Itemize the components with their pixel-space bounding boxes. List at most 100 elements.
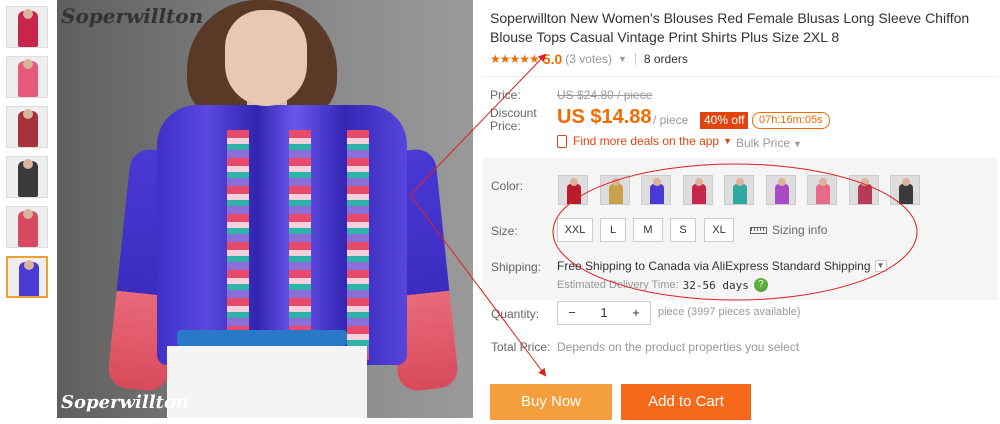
chevron-down-icon[interactable]: ▼ (618, 54, 627, 64)
shipping-label: Shipping: (491, 260, 542, 274)
size-option-l[interactable]: L (600, 218, 626, 242)
ruler-icon (750, 226, 767, 234)
image-blouse (157, 105, 407, 365)
discount-price-label: Discount Price: (490, 106, 537, 133)
color-swatch[interactable] (848, 175, 879, 205)
thumbnail-head (23, 159, 33, 169)
color-swatch[interactable] (641, 175, 671, 205)
increment-button[interactable]: + (622, 302, 650, 324)
thumbnail-head (23, 109, 33, 119)
quantity-availability: piece (3997 pieces available) (658, 306, 801, 318)
caret-down-icon: ▼ (793, 139, 802, 149)
swatch-head (777, 178, 786, 186)
quantity-input[interactable]: 1 (586, 302, 622, 324)
phone-icon (557, 134, 567, 148)
quantity-label: Quantity: (491, 307, 540, 321)
swatch-head (611, 178, 620, 186)
color-swatch[interactable] (807, 175, 837, 205)
size-option-xl[interactable]: XL (704, 218, 734, 242)
buy-now-button[interactable]: Buy Now (490, 384, 612, 420)
chevron-down-icon: ▼ (874, 260, 887, 272)
rating-score: 5.0 (542, 51, 563, 67)
help-icon[interactable]: ? (753, 278, 768, 292)
delivery-label: Estimated Delivery Time: (557, 279, 679, 291)
size-option-xxl[interactable]: XXL (557, 218, 593, 242)
swatch-head (902, 178, 910, 186)
bulk-price-label: Bulk Price (736, 136, 791, 150)
swatch-head (653, 178, 661, 186)
thumbnail-4[interactable] (6, 156, 48, 198)
sizing-info-link[interactable]: Sizing info (750, 223, 827, 237)
app-deals-label: Find more deals on the app (573, 134, 720, 148)
brand-watermark: Soperwillton (61, 4, 204, 28)
thumbnail-head (23, 209, 33, 219)
main-product-image[interactable]: Soperwillton Soperwillton (57, 0, 473, 418)
swatch-head (860, 178, 869, 186)
image-print-stripe (347, 130, 369, 360)
thumbnail-strip (6, 6, 50, 306)
color-swatch[interactable] (599, 175, 630, 205)
bulk-price-dropdown[interactable]: Bulk Price ▼ (736, 136, 802, 150)
size-option-m[interactable]: M (633, 218, 663, 242)
swatch-figure (608, 184, 623, 204)
color-label: Color: (491, 179, 524, 193)
swatch-figure (774, 184, 789, 204)
app-deals-link[interactable]: Find more deals on the app ▼ (557, 134, 732, 148)
color-swatch[interactable] (558, 175, 588, 205)
swatch-figure (857, 184, 872, 204)
brand-watermark-bottom: Soperwillton (61, 392, 189, 413)
thumbnail-head (24, 260, 34, 270)
divider (634, 53, 636, 65)
total-price-label: Total Price: (491, 340, 551, 354)
color-swatch[interactable] (682, 175, 713, 205)
vote-count-link[interactable]: (3 votes) (565, 52, 612, 66)
thumbnail-2[interactable] (6, 56, 48, 98)
size-label: Size: (491, 224, 518, 238)
per-piece-unit: / piece (653, 113, 689, 127)
color-swatch[interactable] (765, 175, 796, 205)
image-belt (177, 330, 347, 346)
size-option-s[interactable]: S (670, 218, 696, 242)
order-count: 8 orders (643, 52, 688, 66)
add-to-cart-button[interactable]: Add to Cart (621, 384, 751, 420)
caret-down-icon: ▼ (723, 136, 733, 146)
product-title: Soperwillton New Women's Blouses Red Fem… (490, 10, 970, 45)
thumbnail-5[interactable] (6, 206, 48, 248)
sizing-info-label: Sizing info (772, 223, 828, 237)
swatch-figure (816, 184, 830, 204)
shipping-method-dropdown[interactable]: Free Shipping to Canada via AliExpress S… (557, 259, 887, 273)
image-face (225, 10, 307, 106)
original-price: US $24.80 / piece (557, 88, 653, 102)
thumbnail-1[interactable] (6, 6, 48, 48)
swatch-figure (733, 184, 747, 204)
image-print-stripe (227, 130, 249, 360)
thumbnail-head (23, 9, 33, 19)
swatch-head (736, 178, 744, 186)
decrement-button[interactable]: − (558, 302, 586, 324)
countdown-timer: 07h:16m:05s (752, 112, 830, 129)
swatch-head (570, 178, 578, 186)
swatch-figure (567, 184, 581, 204)
image-pants (167, 346, 367, 418)
thumbnail-head (23, 59, 33, 69)
shipping-method-text: Free Shipping to Canada via AliExpress S… (557, 259, 871, 273)
delivery-estimate: Estimated Delivery Time: 32-56 days ? (557, 278, 768, 292)
color-swatch[interactable] (724, 175, 754, 205)
quantity-stepper: − 1 + (557, 301, 651, 325)
swatch-head (819, 178, 827, 186)
rating-stars-icon: ★★★★★ (490, 52, 540, 66)
discount-price: US $14.88 (557, 106, 652, 128)
color-swatch[interactable] (890, 175, 920, 205)
total-price-note: Depends on the product properties you se… (557, 340, 800, 354)
swatch-figure (899, 184, 913, 204)
thumbnail-3[interactable] (6, 106, 48, 148)
swatch-head (694, 178, 703, 186)
thumbnail-6-selected[interactable] (6, 256, 48, 298)
delivery-days: 32-56 days (682, 278, 749, 292)
discount-badge: 40% off (700, 112, 749, 129)
rating-row: ★★★★★ 5.0 (3 votes) ▼ 8 orders (490, 51, 688, 67)
price-label: Price: (490, 88, 521, 102)
image-print-stripe (289, 130, 311, 360)
swatch-figure (650, 184, 664, 204)
swatch-figure (691, 184, 706, 204)
